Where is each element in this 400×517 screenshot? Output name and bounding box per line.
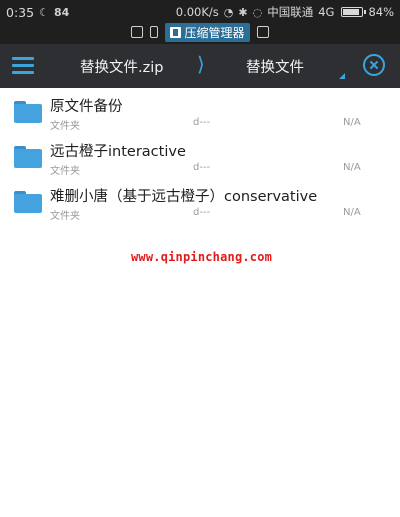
file-row[interactable]: 原文件备份 文件夹 d--- N/A [0,90,400,135]
file-list: 原文件备份 文件夹 d--- N/A 远古橙子interactive 文件夹 d… [0,90,400,225]
status-left: 0:35 ☾ 84 [6,5,69,20]
menu-button[interactable] [12,56,36,76]
bluetooth-icon: ✱ [238,5,248,19]
network-type: 4G [318,5,335,19]
breadcrumb-separator-icon: ⟩ [197,52,205,76]
folder-icon [14,146,42,168]
file-type: 文件夹 [50,166,80,177]
battery-icon [341,7,367,17]
file-row[interactable]: 远古橙子interactive 文件夹 d--- N/A [0,135,400,180]
folder-icon [14,191,42,213]
file-permissions: d--- [193,117,211,128]
file-type: 文件夹 [50,121,80,132]
home-icon [131,26,144,38]
phone-icon [150,26,159,38]
status-bar: 0:35 ☾ 84 0.00K/s ◔ ✱ ◌ 中国联通 4G 84% 压缩管理… [0,0,400,44]
toolbar: 替换文件.zip ⟩ 替换文件 [0,44,400,88]
file-row[interactable]: 难删小唐（基于远古橙子）conservative 文件夹 d--- N/A [0,180,400,225]
watermark-text: www.qinpinchang.com [131,250,273,264]
status-right: 0.00K/s ◔ ✱ ◌ 中国联通 4G 84% [176,4,394,20]
silent-icon: ◌ [252,5,263,19]
screenshot-icon [256,26,269,38]
archive-icon [170,26,182,38]
notification-app-badge[interactable]: 压缩管理器 [165,22,250,42]
file-name: 远古橙子interactive [50,144,186,160]
menu-icon [12,57,34,60]
file-size: N/A [343,162,361,173]
file-name: 难删小唐（基于远古橙子）conservative [50,189,318,205]
carrier-name: 中国联通 [267,5,314,19]
breadcrumb-folder[interactable]: 替换文件 [246,56,304,77]
file-size: N/A [343,117,361,128]
battery-percent: 84% [368,5,394,19]
file-name: 原文件备份 [50,99,123,115]
file-type: 文件夹 [50,211,80,222]
alarm-icon: ◔ [223,5,234,19]
file-permissions: d--- [193,207,211,218]
file-permissions: d--- [193,162,211,173]
menu-icon [12,64,34,67]
notification-row: 压缩管理器 [0,22,400,42]
status-row: 0:35 ☾ 84 0.00K/s ◔ ✱ ◌ 中国联通 4G 84% [0,2,400,22]
notification-app-name: 压缩管理器 [184,25,245,40]
network-speed: 0.00K/s [175,5,219,19]
status-time: 0:35 [6,4,35,20]
dropdown-indicator-icon[interactable] [339,73,345,79]
file-size: N/A [343,207,361,218]
folder-icon [14,101,42,123]
close-button[interactable] [363,54,385,76]
moon-icon: ☾ [39,5,49,19]
breadcrumb-archive[interactable]: 替换文件.zip [80,56,163,77]
battery-fill [343,9,359,15]
app-mark: 84 [53,5,70,19]
menu-icon [12,71,34,74]
